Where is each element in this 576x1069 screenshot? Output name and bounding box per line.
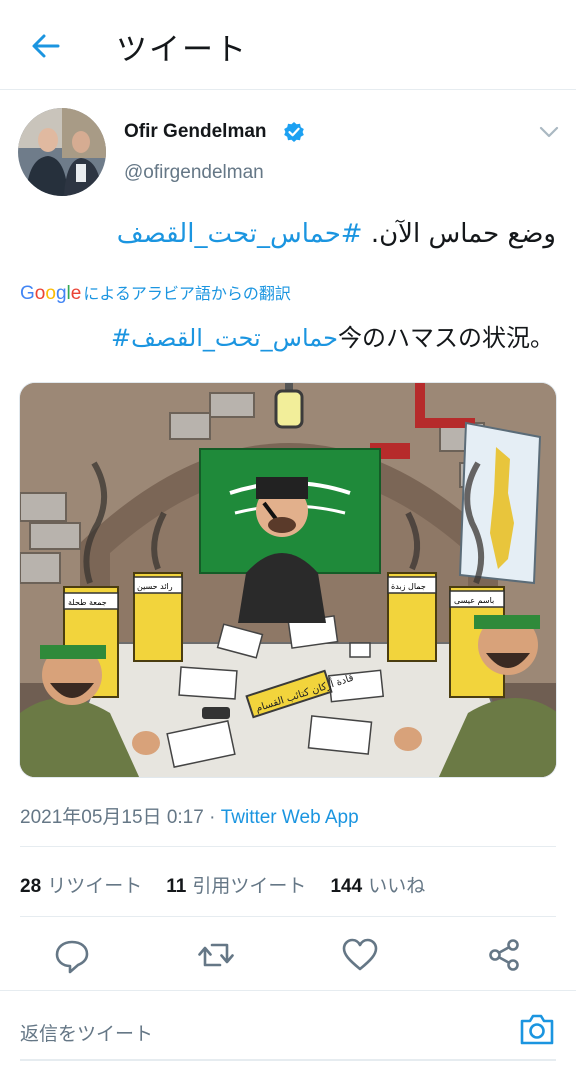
author-name[interactable]: Ofir Gendelman (124, 121, 267, 143)
engagement-stats: 28 リツイート 11 引用ツイート 144 いいね (20, 871, 443, 898)
google-logo: Google (20, 283, 82, 304)
avatar[interactable] (18, 108, 106, 196)
cartoon-illustration: قادة أركان كتائب القسام جمعة طحلة رائد ح… (20, 383, 556, 777)
tweet-datetime[interactable]: 2021年05月15日 0:17 (20, 807, 204, 828)
translated-hashtag-link[interactable]: #حماس_تحت_القصف (111, 324, 338, 352)
tweet-actions (0, 935, 576, 979)
likes-stat[interactable]: 144 いいね (330, 875, 425, 897)
chair-name-tag: جمال زبدة (391, 582, 426, 591)
tweet-text-body: وضع حماس الآن. (370, 219, 556, 249)
quotes-label: 引用ツイート (192, 875, 307, 897)
tweet-image[interactable]: قادة أركان كتائب القسام جمعة طحلة رائد ح… (19, 382, 557, 778)
chair-name-tag: رائد حسين (137, 582, 173, 591)
quotes-count: 11 (166, 876, 187, 897)
translation-attribution[interactable]: Google によるアラビア語からの翻訳 (20, 280, 291, 305)
top-bar: ツイート (0, 0, 576, 90)
retweet-icon[interactable] (196, 935, 236, 975)
retweets-label: リツイート (47, 875, 143, 897)
share-icon[interactable] (484, 935, 524, 975)
likes-count: 144 (330, 876, 363, 897)
chair-name-tag: باسم عيسى (454, 596, 494, 605)
verified-badge-icon (284, 122, 304, 142)
reply-bar: 返信をツイート (0, 990, 576, 1069)
divider (20, 916, 556, 917)
quotes-stat[interactable]: 11 引用ツイート (166, 875, 306, 897)
arrow-left-icon[interactable] (28, 28, 64, 64)
retweets-count: 28 (20, 876, 42, 897)
translated-text-body: 今のハマスの状況。 (338, 324, 554, 352)
author-handle[interactable]: @ofirgendelman (124, 162, 264, 184)
reply-underline (20, 1059, 556, 1061)
hashtag-link[interactable]: #حماس_تحت_القصف (117, 219, 363, 249)
tweet-text: وضع حماس الآن. #حماس_تحت_القصف (117, 219, 556, 249)
tweet-source-link[interactable]: Twitter Web App (221, 807, 359, 828)
translation-label: によるアラビア語からの翻訳 (83, 284, 291, 303)
meta-separator: · (203, 807, 221, 828)
chair-name-tag: جمعة طحلة (68, 598, 107, 607)
retweets-stat[interactable]: 28 リツイート (20, 875, 142, 897)
camera-icon[interactable] (518, 1011, 556, 1047)
like-icon[interactable] (340, 935, 380, 975)
page-title: ツイート (116, 32, 248, 68)
divider (20, 846, 556, 847)
chevron-down-icon[interactable] (538, 124, 560, 140)
reply-input[interactable]: 返信をツイート (20, 1019, 153, 1046)
likes-label: いいね (368, 875, 426, 897)
tweet-timestamp: 2021年05月15日 0:17 · Twitter Web App (20, 802, 359, 829)
translated-text: #حماس_تحت_القصف今のハマスの状況。 (111, 318, 554, 353)
reply-icon[interactable] (52, 935, 92, 975)
